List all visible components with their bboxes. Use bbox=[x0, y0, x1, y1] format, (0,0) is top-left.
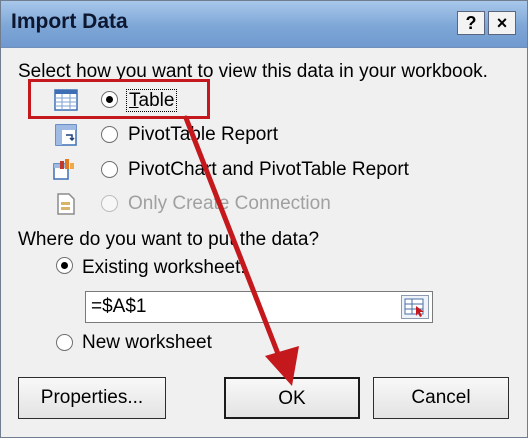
range-selector-button[interactable] bbox=[401, 295, 429, 319]
close-button[interactable]: × bbox=[488, 11, 516, 35]
import-data-dialog: Import Data ? × Select how you want to v… bbox=[0, 0, 528, 438]
radio-selected-dot bbox=[61, 262, 68, 269]
cell-reference-input[interactable] bbox=[91, 295, 391, 319]
option-pivotchart-label[interactable]: PivotChart and PivotTable Report bbox=[128, 159, 409, 181]
dialog-title: Import Data bbox=[11, 10, 128, 33]
radio-existing-worksheet[interactable] bbox=[56, 257, 73, 274]
highlight-box bbox=[28, 79, 210, 119]
collapse-dialog-icon bbox=[404, 298, 424, 317]
radio-pivottable[interactable] bbox=[101, 126, 118, 143]
ok-button[interactable]: OK bbox=[224, 377, 360, 419]
option-pivottable-label[interactable]: PivotTable Report bbox=[128, 124, 278, 146]
title-bar: Import Data ? × bbox=[1, 1, 527, 48]
connection-icon bbox=[57, 193, 75, 215]
radio-connection bbox=[101, 195, 118, 212]
properties-button[interactable]: Properties... bbox=[18, 377, 166, 419]
help-button[interactable]: ? bbox=[457, 11, 485, 35]
cell-reference-field bbox=[85, 291, 433, 323]
radio-pivotchart[interactable] bbox=[101, 161, 118, 178]
location-prompt: Where do you want to put the data? bbox=[18, 229, 320, 250]
pivotchart-icon bbox=[53, 159, 74, 180]
option-connection-label: Only Create Connection bbox=[128, 193, 331, 214]
radio-new-worksheet[interactable] bbox=[56, 334, 73, 351]
cancel-button[interactable]: Cancel bbox=[373, 377, 509, 419]
existing-worksheet-label[interactable]: Existing worksheet: bbox=[82, 257, 246, 279]
new-worksheet-label[interactable]: New worksheet bbox=[82, 332, 212, 354]
pivottable-icon bbox=[55, 124, 77, 146]
